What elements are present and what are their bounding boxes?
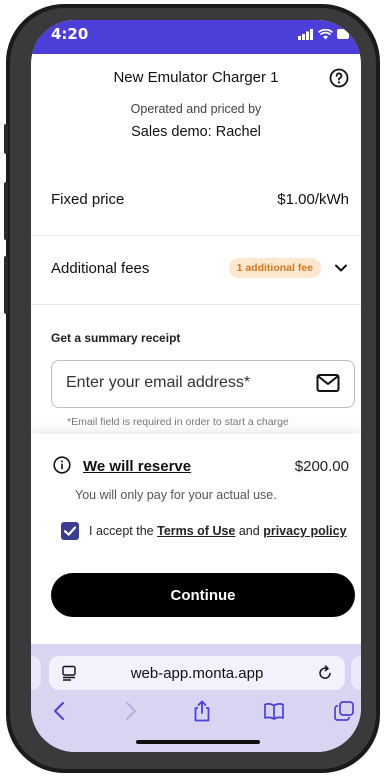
email-required-note: *Email field is required in order to sta… — [67, 416, 289, 428]
status-time: 4:20 — [51, 25, 89, 43]
terms-of-use-link[interactable]: Terms of Use — [157, 524, 235, 538]
reserve-amount: $200.00 — [294, 458, 349, 475]
fixed-price-label: Fixed price — [51, 191, 125, 208]
receipt-label: Get a summary receipt — [51, 331, 181, 345]
browser-bar: web-app.monta.app — [31, 644, 361, 752]
battery-icon — [337, 29, 349, 39]
side-button-action — [4, 124, 8, 154]
status-icons — [298, 28, 349, 40]
side-button-volume-up — [4, 182, 8, 240]
check-icon — [63, 526, 77, 536]
tabs-icon[interactable] — [333, 700, 355, 722]
charger-name: New Emulator Charger 1 — [113, 69, 279, 86]
fixed-price-row: Fixed price $1.00/kWh — [31, 167, 361, 236]
previous-tab-preview[interactable] — [31, 656, 41, 690]
browser-toolbar — [31, 700, 361, 726]
info-icon[interactable] — [53, 456, 71, 474]
email-field-box[interactable] — [51, 360, 355, 408]
next-tab-preview[interactable] — [351, 656, 361, 690]
additional-fees-row[interactable]: Additional fees 1 additional fee — [31, 236, 361, 305]
reserve-note: You will only pay for your actual use. — [75, 488, 277, 502]
fixed-price-value: $1.00/kWh — [277, 191, 349, 208]
forward-icon[interactable] — [119, 700, 141, 722]
home-indicator[interactable] — [136, 740, 260, 744]
reserve-info-link[interactable]: We will reserve — [83, 458, 191, 475]
share-icon[interactable] — [191, 700, 213, 722]
bookmarks-icon[interactable] — [263, 700, 285, 722]
terms-middle: and — [235, 524, 264, 538]
question-circle-icon[interactable] — [329, 68, 349, 88]
email-field[interactable] — [66, 374, 296, 392]
url-text: web-app.monta.app — [130, 665, 264, 682]
main-content: New Emulator Charger 1 — [31, 54, 361, 102]
operator-label: Operated and priced by — [130, 102, 262, 116]
reserve-card: We will reserve $200.00 You will only pa… — [31, 434, 361, 644]
terms-checkbox[interactable] — [61, 522, 79, 540]
terms-text: I accept the Terms of Use and privacy po… — [89, 524, 347, 538]
mail-icon — [316, 374, 340, 392]
fee-badge: 1 additional fee — [228, 258, 321, 278]
address-bar[interactable]: web-app.monta.app — [49, 656, 345, 690]
wifi-icon — [318, 28, 333, 39]
reload-icon[interactable] — [317, 665, 333, 681]
side-button-volume-down — [4, 256, 8, 314]
chevron-down-icon[interactable] — [333, 260, 349, 276]
privacy-policy-link[interactable]: privacy policy — [263, 524, 346, 538]
operator-name: Sales demo: Rachel — [131, 124, 261, 140]
additional-fees-label: Additional fees — [51, 260, 150, 277]
signal-icon — [298, 28, 313, 40]
back-icon[interactable] — [49, 700, 71, 722]
status-bar: 4:20 — [31, 20, 361, 54]
screen: 4:20 New Emulator Charger 1 Operated and… — [31, 20, 361, 752]
continue-button[interactable]: Continue — [51, 573, 355, 617]
header: New Emulator Charger 1 — [31, 54, 361, 102]
terms-prefix: I accept the — [89, 524, 158, 538]
